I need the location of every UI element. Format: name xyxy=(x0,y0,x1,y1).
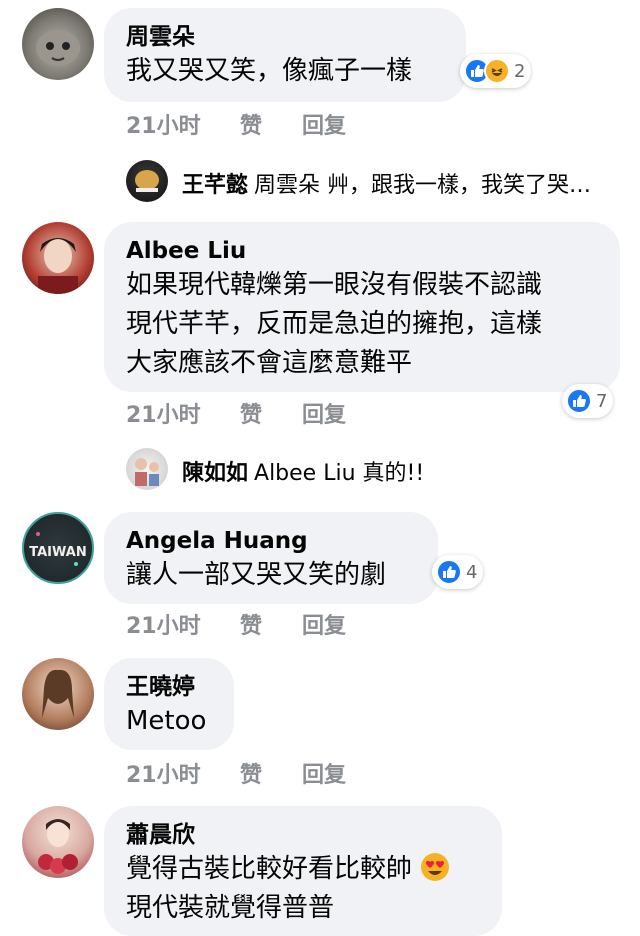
reply-author[interactable]: 王芊懿 xyxy=(182,173,248,198)
svg-text:TAIWAN: TAIWAN xyxy=(29,545,86,560)
comment-text-line: 現代裝就覺得普普 xyxy=(126,893,335,923)
reply-button[interactable]: 回复 xyxy=(302,757,346,789)
reply-author[interactable]: 陳如如 xyxy=(182,461,248,486)
reaction-count: 7 xyxy=(596,390,608,412)
avatar-albee-liu[interactable] xyxy=(22,222,94,294)
like-icon xyxy=(566,388,592,414)
avatar-wang-qianyi[interactable] xyxy=(126,160,168,202)
heart-eyes-emoji xyxy=(420,852,450,882)
reply-button[interactable]: 回复 xyxy=(302,108,346,140)
haha-icon xyxy=(484,58,510,84)
like-button[interactable]: 赞 xyxy=(240,757,262,789)
reaction-summary[interactable]: 7 xyxy=(562,384,614,418)
comment-text-line: 現代芊芊，反而是急迫的擁抱，這樣 xyxy=(126,309,543,339)
comment-text-line: 大家應該不會這麼意難平 xyxy=(126,348,413,378)
reply-preview[interactable]: 王芊懿 周雲朵 艸，跟我一樣，我笑了哭… xyxy=(182,167,591,199)
avatar-chen-ruru[interactable] xyxy=(126,448,168,490)
like-button[interactable]: 赞 xyxy=(240,397,262,429)
timestamp[interactable]: 21小时 xyxy=(126,757,201,789)
comment-text: 讓人一部又哭又笑的劇 xyxy=(126,560,387,590)
like-button[interactable]: 赞 xyxy=(240,108,262,140)
timestamp[interactable]: 21小时 xyxy=(126,108,201,140)
comment-text-line: 覺得古裝比較好看比較帥 xyxy=(126,850,480,889)
reply-button[interactable]: 回复 xyxy=(302,397,346,429)
reply-button[interactable]: 回复 xyxy=(302,608,346,640)
reaction-count: 2 xyxy=(514,60,526,82)
reaction-summary[interactable]: 4 xyxy=(432,555,484,589)
comment-bubble: Albee Liu 如果現代韓爍第一眼沒有假裝不認識 現代芊芊，反而是急迫的擁抱… xyxy=(104,222,620,392)
avatar-wang-xiaoting[interactable] xyxy=(22,658,94,730)
reply-preview[interactable]: 陳如如 Albee Liu 真的!! xyxy=(182,455,424,487)
reaction-count: 4 xyxy=(466,561,478,583)
comment-author[interactable]: Angela Huang xyxy=(126,526,416,556)
comment-author[interactable]: 王曉婷 xyxy=(126,672,212,702)
comment-text: 覺得古裝比較好看比較帥 xyxy=(126,854,413,884)
like-button[interactable]: 赞 xyxy=(240,608,262,640)
comment-author[interactable]: 周雲朵 xyxy=(126,22,444,52)
timestamp[interactable]: 21小时 xyxy=(126,608,201,640)
reply-text: Albee Liu 真的!! xyxy=(254,461,425,486)
comment-text-line: 如果現代韓爍第一眼沒有假裝不認識 xyxy=(126,270,543,300)
avatar-angela-huang[interactable]: TAIWAN xyxy=(22,512,94,584)
comment-bubble: 周雲朵 我又哭又笑，像瘋子一樣 xyxy=(104,8,466,102)
comment-bubble: 蕭晨欣 覺得古裝比較好看比較帥 現代裝就覺得普普 xyxy=(104,806,502,936)
timestamp[interactable]: 21小时 xyxy=(126,397,201,429)
avatar-xiao-chenxin[interactable] xyxy=(22,806,94,878)
reaction-summary[interactable]: 2 xyxy=(460,54,532,88)
comment-text: 我又哭又笑，像瘋子一樣 xyxy=(126,56,413,86)
comment-bubble: 王曉婷 Metoo xyxy=(104,658,234,750)
like-icon xyxy=(436,559,462,585)
comment-author[interactable]: Albee Liu xyxy=(126,236,598,266)
avatar-zhou-yunduo[interactable] xyxy=(22,8,94,80)
comment-text: Metoo xyxy=(126,706,207,736)
comment-bubble: Angela Huang 讓人一部又哭又笑的劇 xyxy=(104,512,438,604)
reply-text: 周雲朵 艸，跟我一樣，我笑了哭… xyxy=(254,173,592,198)
comment-author[interactable]: 蕭晨欣 xyxy=(126,820,480,850)
